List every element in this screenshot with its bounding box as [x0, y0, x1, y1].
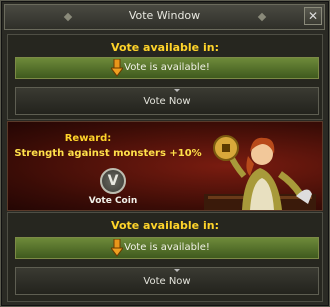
close-icon[interactable]: ✕ — [304, 7, 322, 25]
vote-coin-icon: V — [100, 168, 126, 194]
merchant-character-illustration — [204, 135, 316, 210]
vote-available-heading: Vote available in: — [111, 219, 219, 232]
vote-now-button[interactable]: Vote Now — [15, 87, 319, 115]
vote-status-bar: Vote is available! — [15, 57, 319, 79]
vote-now-button[interactable]: Vote Now — [15, 267, 319, 295]
vote-now-label: Vote Now — [143, 96, 191, 107]
vote-coin-label: Vote Coin — [88, 196, 138, 206]
vote-section-1: Vote available in: Vote is available! Vo… — [7, 34, 323, 120]
reward-title: Reward: — [64, 133, 112, 144]
vote-status-text: Vote is available! — [124, 62, 210, 73]
reward-panel: Reward: Strength against monsters +10% V… — [7, 121, 323, 211]
vote-now-label: Vote Now — [143, 276, 191, 287]
vote-status-bar: Vote is available! — [15, 237, 319, 259]
vote-section-2: Vote available in: Vote is available! Vo… — [7, 212, 323, 302]
chevron-down-icon — [174, 89, 180, 92]
reward-description: Strength against monsters +10% — [14, 148, 202, 159]
vote-status-text: Vote is available! — [124, 242, 210, 253]
vote-window: Vote Window ✕ Vote available in: Vote is… — [0, 0, 330, 307]
vote-available-heading: Vote available in: — [111, 41, 219, 54]
chevron-down-icon — [174, 269, 180, 272]
window-title: Vote Window — [128, 9, 201, 22]
title-bar[interactable]: Vote Window ✕ — [4, 4, 325, 30]
